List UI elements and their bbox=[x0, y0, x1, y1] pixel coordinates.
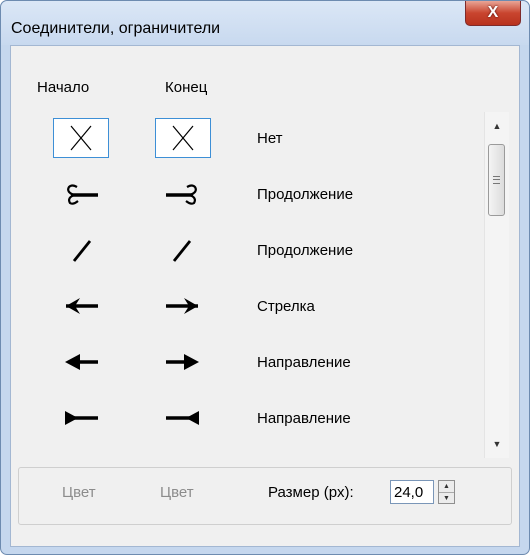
continuation-hook-icon[interactable] bbox=[53, 174, 109, 214]
color-start-button[interactable]: Цвет bbox=[62, 484, 96, 501]
reverse-triangle-icon[interactable] bbox=[53, 398, 109, 438]
list-item-label: Продолжение bbox=[257, 242, 354, 259]
list-item-direction[interactable]: Направление bbox=[35, 336, 485, 392]
vertical-scrollbar[interactable]: ▲ ▼ bbox=[484, 112, 509, 458]
close-button[interactable]: X bbox=[465, 1, 521, 26]
scroll-up-arrow-icon[interactable]: ▲ bbox=[485, 116, 509, 136]
dialog-window: Соединители, ограничители X Начало Конец… bbox=[0, 0, 530, 555]
column-header-start: Начало bbox=[37, 79, 90, 96]
continuation-hook-icon[interactable] bbox=[155, 174, 211, 214]
list-item-direction-reverse[interactable]: Направление bbox=[35, 392, 485, 448]
open-arrow-icon[interactable] bbox=[155, 286, 211, 326]
window-title: Соединители, ограничители bbox=[11, 20, 221, 37]
title-bar: Соединители, ограничители X bbox=[1, 1, 529, 45]
list-item-label: Продолжение bbox=[257, 186, 354, 203]
color-end-button[interactable]: Цвет bbox=[160, 484, 194, 501]
size-spinner[interactable]: ▲ ▼ bbox=[438, 480, 455, 504]
scrollbar-thumb[interactable] bbox=[488, 144, 505, 216]
none-x-icon[interactable] bbox=[155, 118, 211, 158]
reverse-triangle-icon[interactable] bbox=[155, 398, 211, 438]
none-x-icon[interactable] bbox=[53, 118, 109, 158]
close-icon: X bbox=[487, 4, 499, 21]
list-item-label: Направление bbox=[257, 410, 351, 427]
continuation-slash-icon[interactable] bbox=[53, 230, 109, 270]
list-item-continuation-hook[interactable]: Продолжение bbox=[35, 168, 485, 224]
spin-down-icon[interactable]: ▼ bbox=[439, 493, 454, 504]
solid-arrow-icon[interactable] bbox=[155, 342, 211, 382]
list-item-arrow[interactable]: Стрелка bbox=[35, 280, 485, 336]
list-item-label: Направление bbox=[257, 354, 351, 371]
continuation-slash-icon[interactable] bbox=[155, 230, 211, 270]
list-item-none[interactable]: Нет bbox=[35, 112, 485, 168]
size-label: Размер (px): bbox=[268, 484, 354, 501]
list-item-label: Нет bbox=[257, 130, 283, 147]
column-header-end: Конец bbox=[165, 79, 208, 96]
open-arrow-icon[interactable] bbox=[53, 286, 109, 326]
dialog-body: Начало Конец Нет Продолжение Продолжение bbox=[10, 45, 520, 547]
solid-arrow-icon[interactable] bbox=[53, 342, 109, 382]
connector-list: Нет Продолжение Продолжение Стрелка Напр… bbox=[35, 112, 509, 460]
scroll-down-arrow-icon[interactable]: ▼ bbox=[485, 434, 509, 454]
list-item-label: Стрелка bbox=[257, 298, 315, 315]
spin-up-icon[interactable]: ▲ bbox=[439, 481, 454, 493]
list-item-continuation-slash[interactable]: Продолжение bbox=[35, 224, 485, 280]
size-input[interactable]: 24,0 bbox=[390, 480, 434, 504]
options-panel: Цвет Цвет Размер (px): 24,0 ▲ ▼ bbox=[18, 467, 512, 525]
grip-icon bbox=[493, 176, 500, 184]
